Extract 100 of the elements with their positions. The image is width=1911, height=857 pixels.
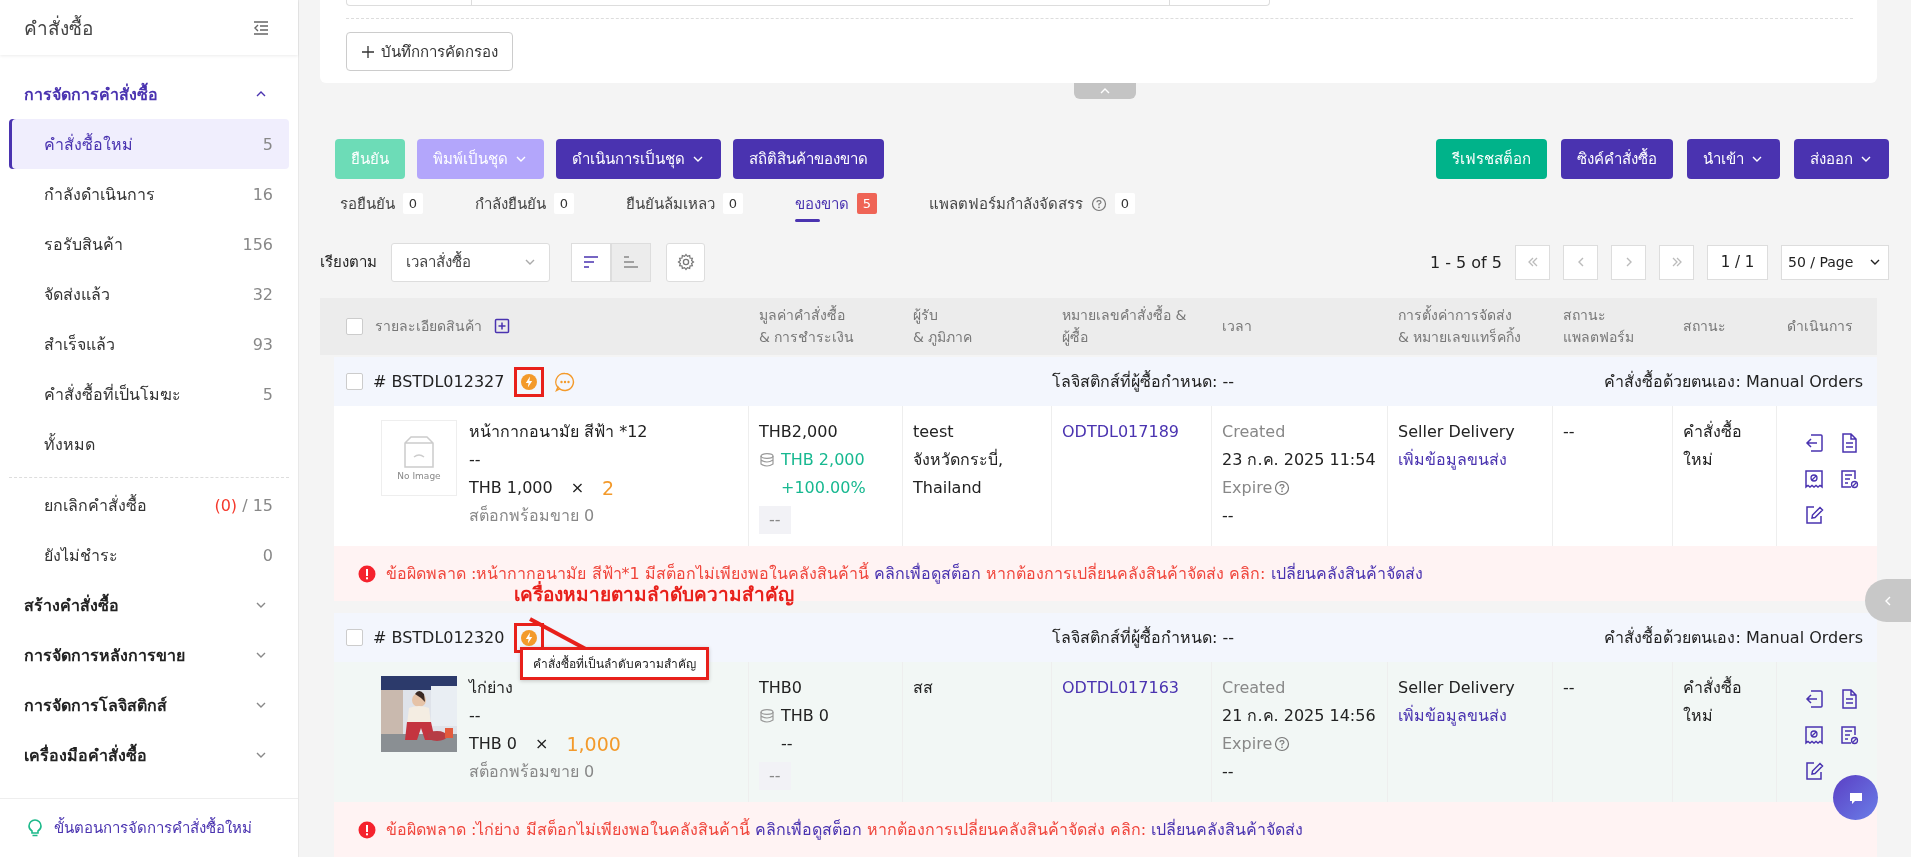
list-settings-icon[interactable]	[1838, 724, 1860, 746]
lightning-icon	[520, 628, 539, 647]
list-settings-icon[interactable]	[1838, 468, 1860, 490]
sidebar-item[interactable]: คำสั่งซื้อใหม่ 5	[9, 119, 289, 169]
filter-field[interactable]	[346, 0, 1270, 6]
column-header: ผู้รับ & ภูมิภาค	[912, 306, 974, 348]
status-tab[interactable]: แพลตฟอร์มกำลังจัดสรร 0	[929, 188, 1135, 223]
sort-order-button[interactable]	[571, 242, 611, 282]
item-label: กำลังดำเนินการ	[44, 183, 155, 206]
page-size-select[interactable]: 50 / Page	[1781, 244, 1889, 280]
sidebar-group[interactable]: การจัดการหลังการขาย	[0, 630, 298, 680]
product-name: หน้ากากอนามัย สีฟ้า *12	[469, 421, 648, 443]
item-count: 0	[262, 545, 273, 565]
item-label: คำสั่งซื้อใหม่	[44, 132, 133, 156]
help-icon	[1274, 736, 1291, 752]
status-tab[interactable]: ของขาด 5	[795, 188, 877, 223]
chat-icon[interactable]	[554, 370, 577, 393]
order-number: # BSTDL012327	[373, 372, 505, 391]
edit-icon[interactable]	[1803, 504, 1825, 526]
page-range: 1 - 5 of 5	[1429, 252, 1502, 272]
order-number-link[interactable]: ODTDL017163	[1062, 678, 1179, 697]
annotation-label: เครื่องหมายตามลำดับความสำคัญ	[514, 580, 795, 608]
select-all-checkbox[interactable]	[346, 317, 363, 335]
expand-icon[interactable]	[494, 318, 510, 335]
status-tab[interactable]: กำลังยืนยัน 0	[475, 188, 574, 223]
item-count: 16	[252, 184, 273, 204]
settings-button[interactable]	[666, 242, 705, 282]
column-header: รายละเอียดสินค้า	[375, 317, 482, 337]
view-stock-link[interactable]: คลิกเพื่อดูสต็อก	[754, 820, 862, 839]
created-time: 23 ก.ค. 2025 11:54	[1222, 449, 1377, 471]
sidebar-group[interactable]: การจัดการโลจิสติกส์	[0, 680, 298, 730]
dropdown-button[interactable]: ดำเนินการเป็นชุด	[556, 138, 721, 179]
sidebar-item[interactable]: ยกเลิกคำสั่งซื้อ (0) / 15	[9, 480, 289, 530]
product-variant: --	[469, 449, 482, 471]
change-warehouse-link[interactable]: เปลี่ยนคลังสินค้าจัดส่ง	[1270, 564, 1423, 583]
page-number-field[interactable]: 1 / 1	[1707, 244, 1768, 280]
status-tab[interactable]: ยืนยันล้มเหลว 0	[626, 188, 743, 223]
collapse-menu-icon[interactable]	[252, 18, 270, 37]
error-icon	[358, 564, 376, 583]
help-icon	[1274, 480, 1291, 496]
import-icon[interactable]	[1803, 432, 1825, 454]
guide-link[interactable]: ขั้นตอนการจัดการคำสั่งซื้อใหม่	[54, 816, 252, 840]
sidebar-item[interactable]: คำสั่งซื้อที่เป็นโมฆะ 5	[9, 369, 289, 419]
sidebar-group[interactable]: เครื่องมือคำสั่งซื้อ	[0, 730, 298, 780]
payment-change: --	[780, 733, 794, 755]
sidebar-item[interactable]: ยังไม่ชำระ 0	[9, 530, 289, 580]
item-count: 93	[252, 334, 273, 354]
item-label: รอรับสินค้า	[44, 233, 123, 256]
add-shipping-link[interactable]: เพิ่มข้อมูลขนส่ง	[1398, 450, 1507, 469]
unit-price: THB 1,000	[469, 477, 553, 499]
view-stock-link[interactable]: คลิกเพื่อดูสต็อก	[873, 564, 981, 583]
save-filter-button[interactable]: บันทึกการคัดกรอง	[346, 32, 513, 71]
edit-icon[interactable]	[1803, 760, 1825, 782]
column-header: การตั้งค่าการจัดส่ง & หมายเลขแทร็คกิ้ง	[1397, 304, 1523, 348]
times-sign: ×	[535, 733, 549, 755]
receipt-icon[interactable]	[1803, 724, 1825, 746]
side-panel-toggle[interactable]	[1865, 579, 1911, 622]
stock-label: สต็อกพร้อมขาย 0	[469, 504, 596, 527]
created-label: Created	[1222, 677, 1287, 699]
dropdown-button[interactable]: ส่งออก	[1794, 138, 1889, 179]
sort-label: เรียงตาม	[320, 252, 377, 274]
expire-label: Expire	[1222, 477, 1273, 499]
column-header: มูลค่าคำสั่งซื้อ & การชำระเงิน	[758, 304, 856, 348]
lightning-icon	[520, 372, 539, 391]
expire-time: --	[1222, 505, 1235, 527]
sidebar-item[interactable]: สำเร็จแล้ว 93	[9, 319, 289, 369]
checkbox[interactable]	[346, 373, 363, 390]
column-header: หมายเลขคำสั่งซื้อ & ผู้ซื้อ	[1061, 304, 1188, 348]
order-source: คำสั่งซื้อด้วยตนเอง: Manual Orders	[1604, 625, 1863, 649]
status-tab[interactable]: รอยืนยัน 0	[340, 188, 423, 223]
sort-order-button[interactable]	[611, 242, 651, 282]
change-warehouse-link[interactable]: เปลี่ยนคลังสินค้าจัดส่ง	[1151, 820, 1304, 839]
sort-select[interactable]: เวลาสั่งซื้อ	[391, 242, 550, 282]
item-count: 156	[242, 234, 273, 254]
action-button[interactable]: สถิติสินค้าของขาด	[733, 138, 884, 179]
payment-change: +100.00%	[780, 477, 867, 499]
order-number: # BSTDL012320	[373, 628, 505, 647]
sidebar-group[interactable]: สร้างคำสั่งซื้อ	[0, 580, 298, 630]
payment-note: --	[759, 506, 791, 534]
dropdown-button[interactable]: นำเข้า	[1687, 138, 1780, 179]
sidebar-item[interactable]: จัดส่งแล้ว 32	[9, 269, 289, 319]
logistics-label: โลจิสติกส์ที่ผู้ซื้อกำหนด: --	[1052, 369, 1236, 394]
receipt-icon[interactable]	[1803, 468, 1825, 490]
action-button[interactable]: ซิงค์คำสั่งซื้อ	[1561, 138, 1673, 179]
item-label: ยกเลิกคำสั่งซื้อ	[44, 493, 147, 517]
column-header: ดำเนินการ	[1786, 317, 1854, 337]
order-total: THB0	[759, 677, 803, 699]
import-icon[interactable]	[1803, 688, 1825, 710]
checkbox[interactable]	[346, 629, 363, 646]
sidebar-item[interactable]: รอรับสินค้า 156	[9, 219, 289, 269]
sidebar-item[interactable]: ทั้งหมด	[9, 419, 289, 469]
order-number-link[interactable]: ODTDL017189	[1062, 422, 1179, 441]
sidebar-item[interactable]: กำลังดำเนินการ 16	[9, 169, 289, 219]
item-count: 32	[252, 284, 273, 304]
unit-price: THB 0	[469, 733, 518, 755]
sidebar-group[interactable]: การจัดการคำสั่งซื้อ	[0, 69, 298, 119]
no-image-label: No Image	[397, 470, 441, 482]
item-label: ทั้งหมด	[44, 432, 95, 456]
add-shipping-link[interactable]: เพิ่มข้อมูลขนส่ง	[1398, 706, 1507, 725]
item-count: (0) / 15	[214, 495, 273, 515]
